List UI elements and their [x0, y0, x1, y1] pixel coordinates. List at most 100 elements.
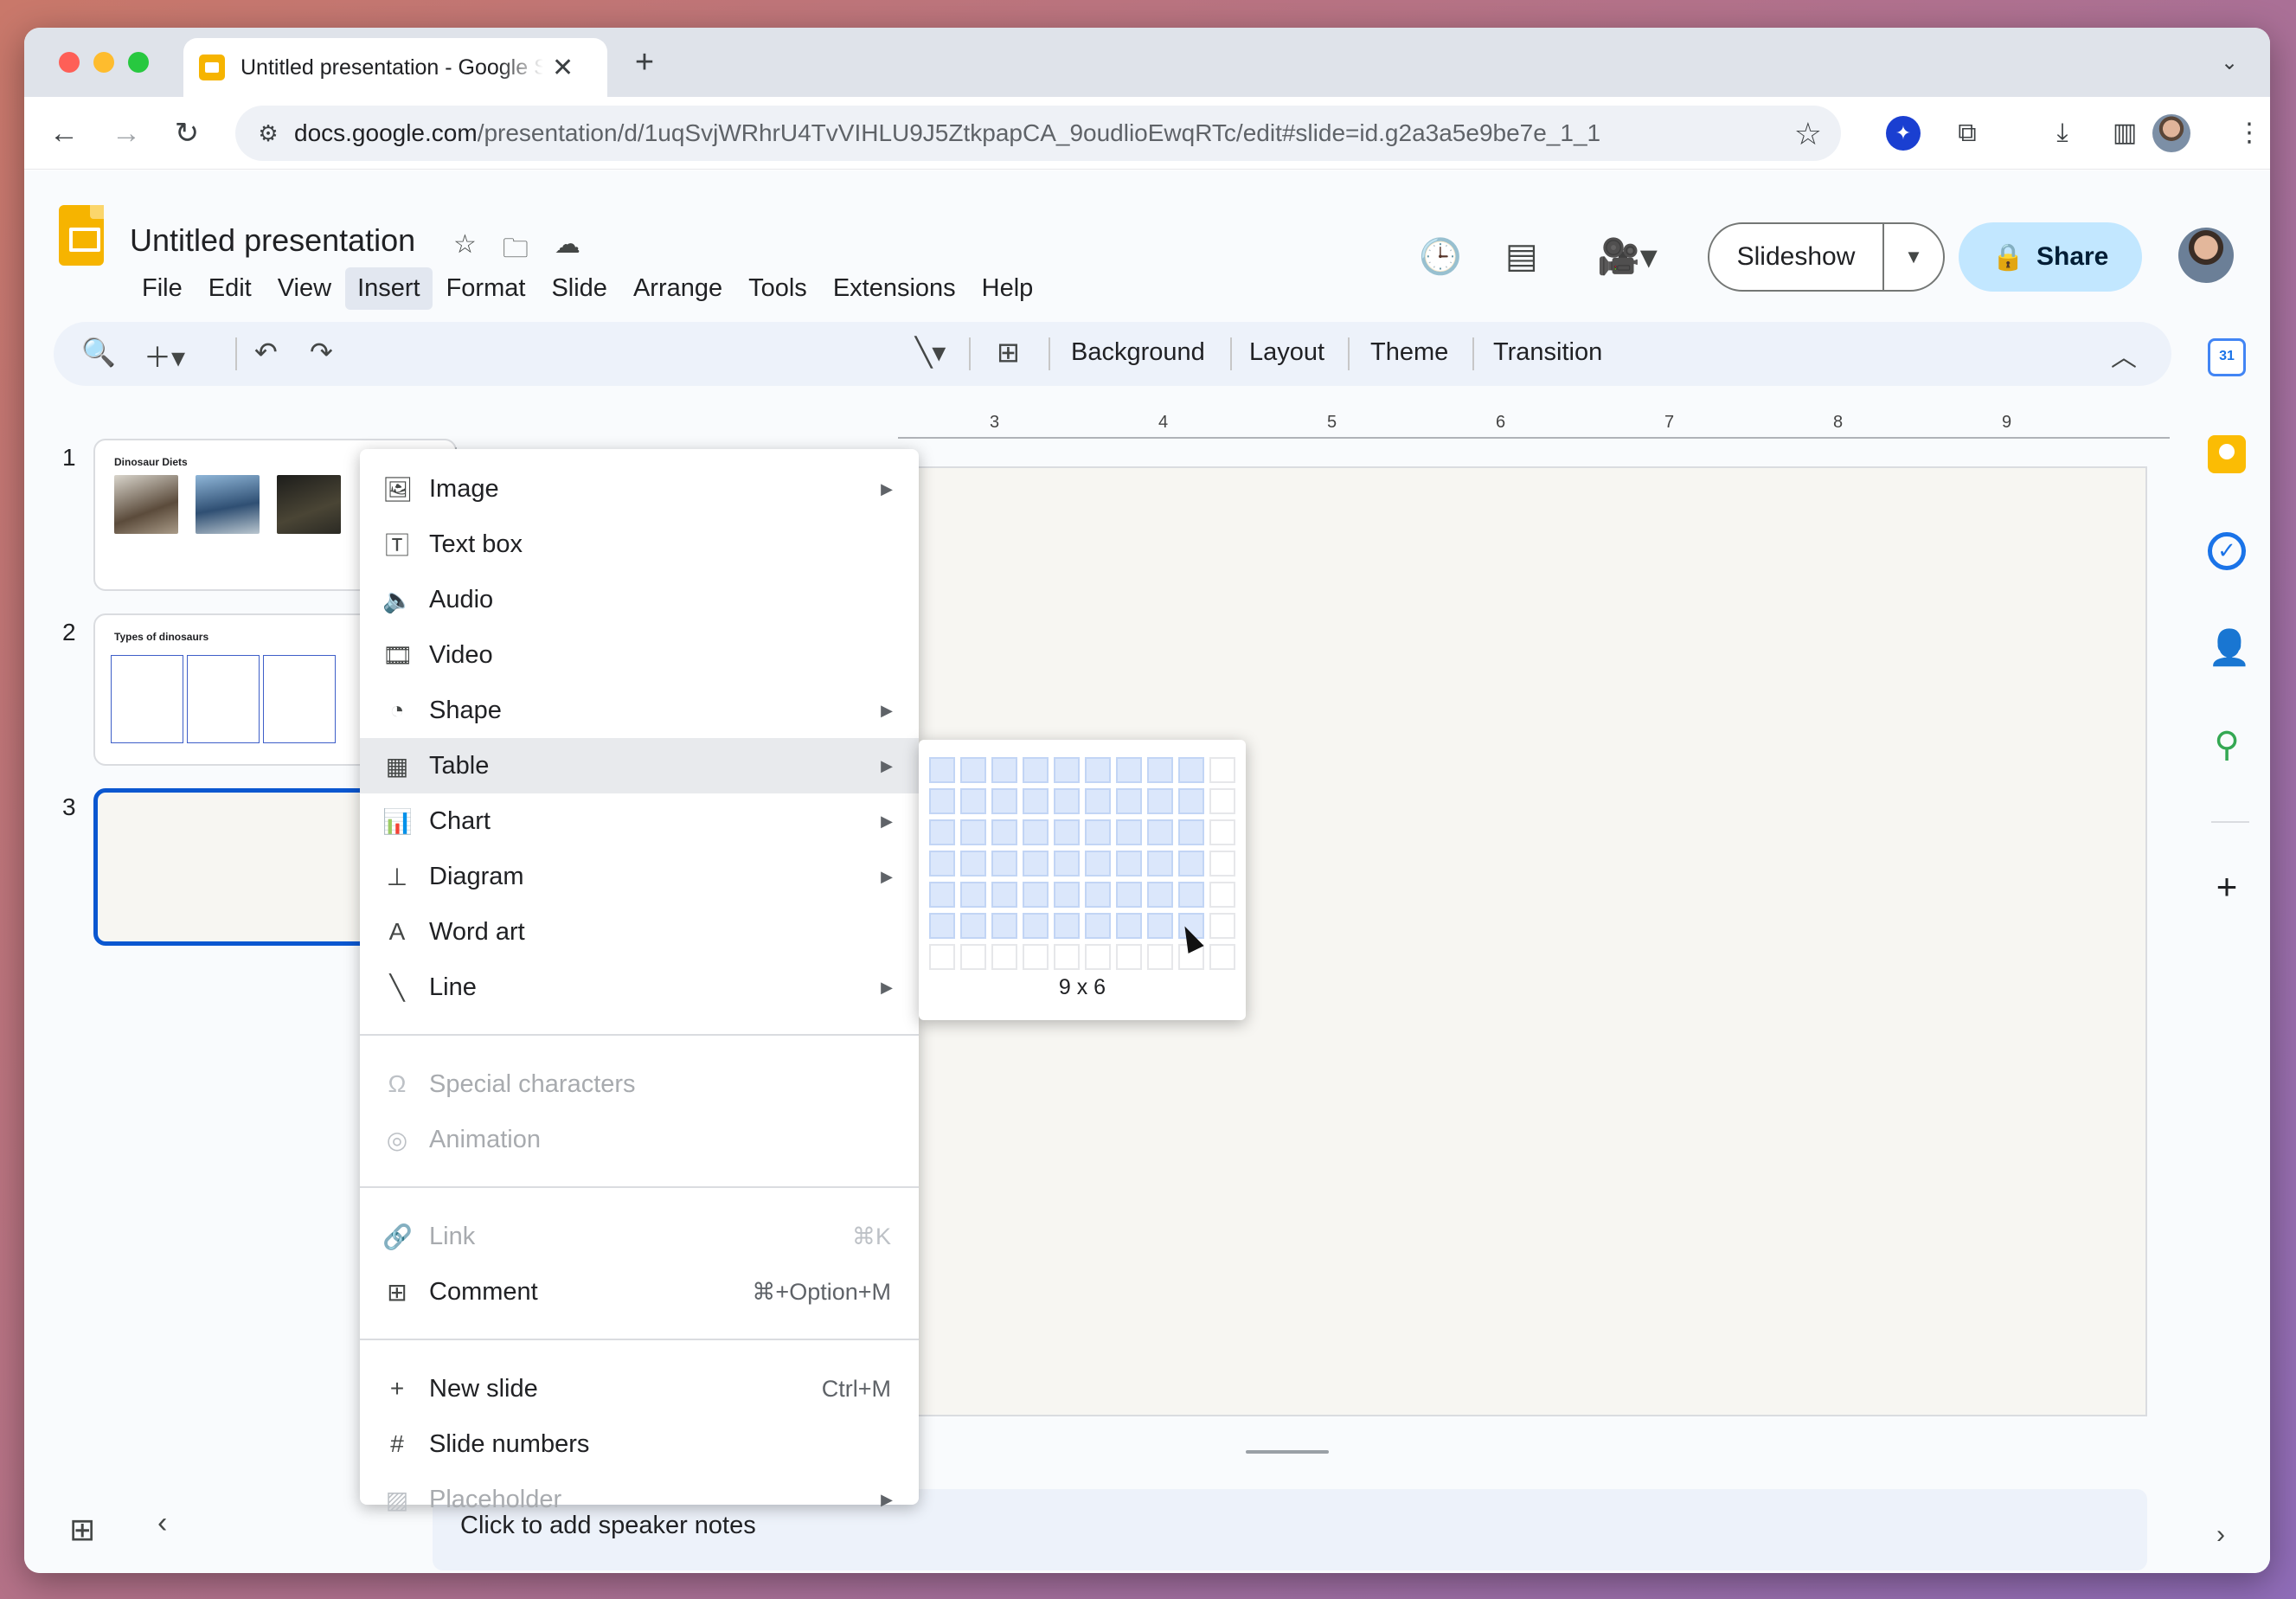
- notes-resize-handle[interactable]: [1246, 1450, 1329, 1454]
- background-button[interactable]: Background: [1071, 338, 1205, 367]
- meet-camera-icon[interactable]: 🎥▾: [1597, 236, 1658, 277]
- table-grid-cell[interactable]: [1085, 788, 1111, 814]
- menu-edit[interactable]: Edit: [196, 267, 264, 310]
- menu-item-new-slide[interactable]: + New slide Ctrl+M: [360, 1361, 919, 1416]
- menu-insert[interactable]: Insert: [345, 267, 433, 310]
- share-button[interactable]: 🔒 Share: [1959, 222, 2142, 292]
- table-grid-cell[interactable]: [1147, 882, 1173, 908]
- table-grid-cell[interactable]: [991, 944, 1017, 970]
- menu-item-audio[interactable]: 🔈 Audio: [360, 572, 919, 627]
- table-grid-cell[interactable]: [1085, 851, 1111, 877]
- table-grid-cell[interactable]: [991, 851, 1017, 877]
- table-grid-cell[interactable]: [929, 788, 955, 814]
- menu-item-video[interactable]: 🎞 Video: [360, 627, 919, 683]
- maximize-window-button[interactable]: [128, 52, 149, 73]
- undo-icon[interactable]: ↶: [254, 336, 278, 369]
- table-grid-cell[interactable]: [1209, 944, 1235, 970]
- download-icon[interactable]: ⤓: [2045, 116, 2080, 151]
- search-menus-icon[interactable]: 🔍: [81, 336, 116, 369]
- side-panel-icon[interactable]: ▥: [2107, 116, 2142, 151]
- menu-item-word-art[interactable]: A Word art: [360, 904, 919, 960]
- table-grid-cell[interactable]: [929, 851, 955, 877]
- menu-extensions[interactable]: Extensions: [821, 267, 968, 310]
- table-grid-cell[interactable]: [1023, 944, 1049, 970]
- site-settings-icon[interactable]: ⚙: [242, 120, 294, 147]
- table-grid-cell[interactable]: [1054, 944, 1080, 970]
- table-grid-cell[interactable]: [929, 757, 955, 783]
- table-grid-cell[interactable]: [1085, 757, 1111, 783]
- table-grid-cell[interactable]: [1116, 944, 1142, 970]
- menu-item-diagram[interactable]: ⊥ Diagram ▶: [360, 849, 919, 904]
- table-grid-cell[interactable]: [1023, 757, 1049, 783]
- menu-file[interactable]: File: [130, 267, 195, 310]
- forward-arrow-icon[interactable]: →: [106, 112, 147, 154]
- browser-menu-icon[interactable]: ⋮: [2232, 116, 2267, 151]
- collapse-toolbar-icon[interactable]: ︿: [2111, 336, 2137, 374]
- table-grid-cell[interactable]: [1178, 757, 1204, 783]
- line-tool-icon[interactable]: ╲▾: [915, 336, 946, 369]
- layout-button[interactable]: Layout: [1249, 338, 1324, 367]
- reload-icon[interactable]: ↻: [166, 112, 208, 154]
- get-add-ons-plus-icon[interactable]: +: [2208, 868, 2246, 906]
- table-grid-cell[interactable]: [960, 944, 986, 970]
- table-grid-cell[interactable]: [1054, 788, 1080, 814]
- transition-button[interactable]: Transition: [1493, 338, 1602, 367]
- tab-close-icon[interactable]: ✕: [552, 53, 574, 83]
- table-grid-cell[interactable]: [929, 913, 955, 939]
- table-grid-cell[interactable]: [1085, 944, 1111, 970]
- tasks-icon[interactable]: ✓: [2208, 532, 2246, 570]
- slideshow-button[interactable]: Slideshow ▼: [1708, 222, 1945, 292]
- table-grid-cell[interactable]: [1116, 882, 1142, 908]
- table-grid-cell[interactable]: [1054, 819, 1080, 845]
- browser-profile-avatar[interactable]: [2152, 114, 2190, 152]
- menu-view[interactable]: View: [266, 267, 343, 310]
- back-arrow-icon[interactable]: ←: [43, 112, 85, 154]
- table-grid-cell[interactable]: [929, 819, 955, 845]
- table-grid-cell[interactable]: [1085, 882, 1111, 908]
- maps-icon[interactable]: ⚲: [2208, 726, 2246, 764]
- table-grid-cell[interactable]: [1085, 819, 1111, 845]
- calendar-icon[interactable]: 31: [2208, 338, 2246, 376]
- version-history-icon[interactable]: 🕒: [1419, 236, 1462, 277]
- close-window-button[interactable]: [59, 52, 80, 73]
- extensions-puzzle-icon[interactable]: ⧉: [1950, 116, 1985, 151]
- table-grid-cell[interactable]: [1209, 788, 1235, 814]
- table-grid-cell[interactable]: [960, 788, 986, 814]
- table-grid-cell[interactable]: [991, 882, 1017, 908]
- menu-item-comment[interactable]: ⊞ Comment ⌘+Option+M: [360, 1264, 919, 1320]
- redo-icon[interactable]: ↷: [310, 336, 333, 369]
- table-grid-cell[interactable]: [1209, 851, 1235, 877]
- table-grid-cell[interactable]: [991, 819, 1017, 845]
- menu-help[interactable]: Help: [970, 267, 1046, 310]
- table-grid-cell[interactable]: [1147, 788, 1173, 814]
- new-slide-plus-icon[interactable]: ＋▾: [144, 336, 185, 376]
- table-grid-cell[interactable]: [960, 851, 986, 877]
- table-grid-cell[interactable]: [1023, 851, 1049, 877]
- table-grid-cell[interactable]: [960, 757, 986, 783]
- table-grid-cell[interactable]: [1209, 819, 1235, 845]
- table-grid-cell[interactable]: [1054, 882, 1080, 908]
- table-grid-cell[interactable]: [929, 882, 955, 908]
- table-grid-cell[interactable]: [1147, 819, 1173, 845]
- address-bar[interactable]: ⚙ docs.google.com/presentation/d/1uqSvjW…: [235, 106, 1841, 161]
- table-grid-cell[interactable]: [1116, 788, 1142, 814]
- table-grid-cell[interactable]: [960, 913, 986, 939]
- table-grid-cell[interactable]: [1085, 913, 1111, 939]
- table-grid-cell[interactable]: [1023, 819, 1049, 845]
- menu-tools[interactable]: Tools: [736, 267, 819, 310]
- extension-sparkle-icon[interactable]: ✦: [1886, 116, 1921, 151]
- table-grid-cell[interactable]: [1178, 788, 1204, 814]
- contacts-icon[interactable]: 👤: [2208, 629, 2251, 667]
- table-grid-cell[interactable]: [1116, 851, 1142, 877]
- table-grid-cell[interactable]: [1147, 944, 1173, 970]
- table-grid-cell[interactable]: [1147, 913, 1173, 939]
- slideshow-dropdown-icon[interactable]: ▼: [1884, 246, 1943, 268]
- new-tab-button[interactable]: +: [625, 43, 664, 83]
- table-grid-cell[interactable]: [1116, 819, 1142, 845]
- menu-item-line[interactable]: ╲ Line ▶: [360, 960, 919, 1015]
- table-grid-cell[interactable]: [1116, 757, 1142, 783]
- grid-view-icon[interactable]: ⊞: [69, 1512, 95, 1548]
- table-grid-cell[interactable]: [1054, 851, 1080, 877]
- minimize-window-button[interactable]: [93, 52, 114, 73]
- table-grid-cell[interactable]: [1054, 757, 1080, 783]
